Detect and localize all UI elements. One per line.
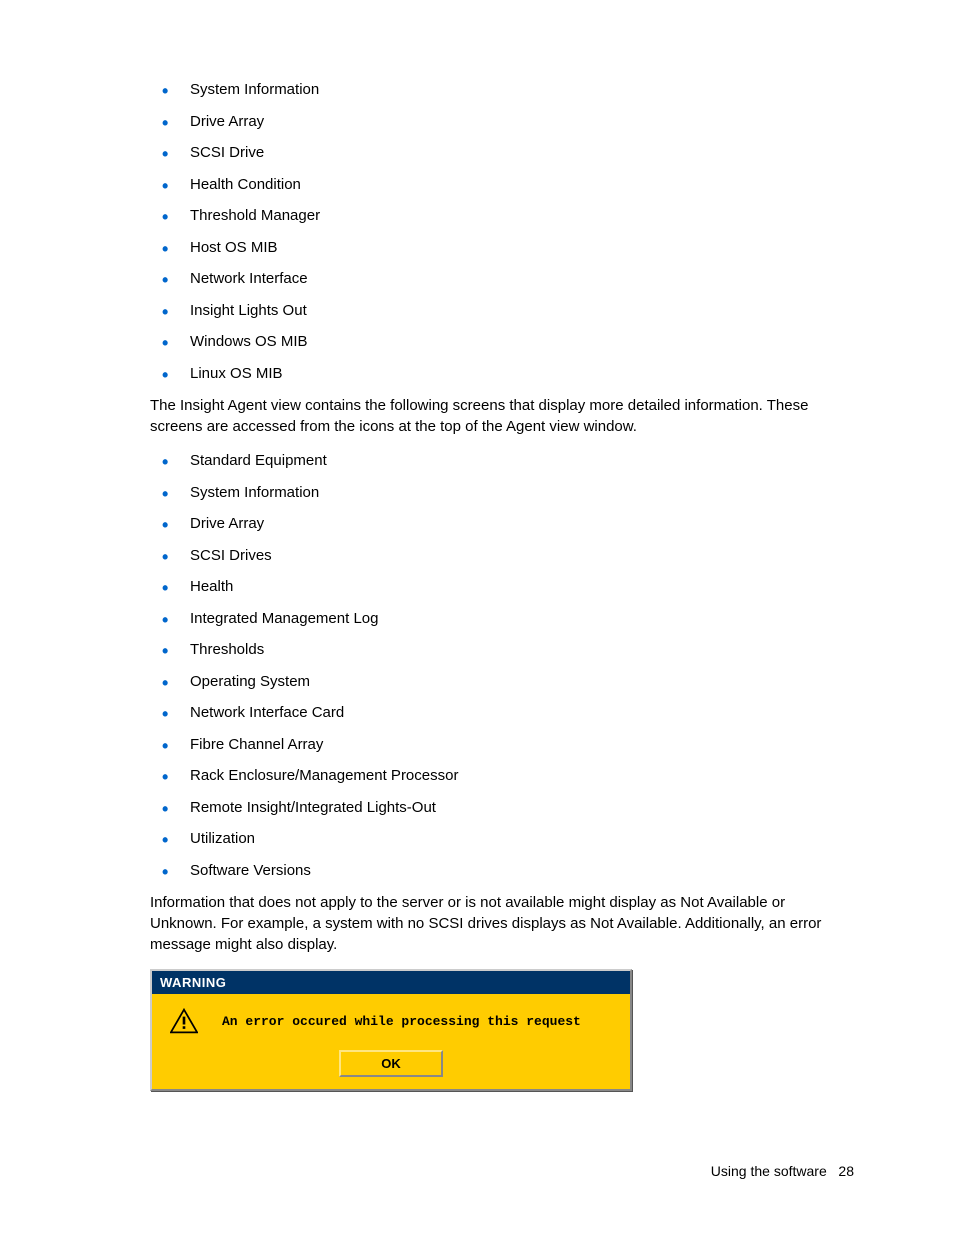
list-item-text: Network Interface Card — [190, 704, 344, 721]
list-item-text: Network Interface — [190, 270, 308, 287]
list-item: Health Condition — [150, 175, 854, 195]
list-item-text: System Information — [190, 81, 319, 98]
list-item: Operating System — [150, 672, 854, 692]
list-item: Drive Array — [150, 514, 854, 534]
list-item-text: Thresholds — [190, 641, 264, 658]
list-item: Drive Array — [150, 112, 854, 132]
bullet-list-1: System Information Drive Array SCSI Driv… — [150, 80, 854, 383]
list-item-text: Host OS MIB — [190, 239, 278, 256]
list-item-text: Insight Lights Out — [190, 302, 307, 319]
bullet-list-2: Standard Equipment System Information Dr… — [150, 451, 854, 880]
list-item-text: Standard Equipment — [190, 452, 327, 469]
paragraph-1: The Insight Agent view contains the foll… — [150, 395, 854, 437]
list-item: Fibre Channel Array — [150, 735, 854, 755]
list-item-text: Threshold Manager — [190, 207, 320, 224]
list-item: Insight Lights Out — [150, 301, 854, 321]
footer-section: Using the software — [711, 1163, 827, 1179]
list-item-text: Health — [190, 578, 233, 595]
list-item: Network Interface Card — [150, 703, 854, 723]
list-item: Utilization — [150, 829, 854, 849]
list-item: SCSI Drive — [150, 143, 854, 163]
list-item: Threshold Manager — [150, 206, 854, 226]
list-item: Integrated Management Log — [150, 609, 854, 629]
page-footer: Using the software 28 — [711, 1163, 854, 1179]
list-item-text: Drive Array — [190, 515, 264, 532]
list-item: System Information — [150, 483, 854, 503]
footer-page-number: 28 — [838, 1163, 854, 1179]
dialog-message: An error occured while processing this r… — [222, 1014, 581, 1029]
list-item: Rack Enclosure/Management Processor — [150, 766, 854, 786]
warning-icon — [170, 1008, 198, 1034]
list-item-text: Drive Array — [190, 113, 264, 130]
list-item-text: Software Versions — [190, 862, 311, 879]
dialog-body: An error occured while processing this r… — [152, 994, 630, 1044]
paragraph-2: Information that does not apply to the s… — [150, 892, 854, 955]
dialog-title: WARNING — [152, 971, 630, 994]
list-item-text: Windows OS MIB — [190, 333, 308, 350]
list-item-text: Integrated Management Log — [190, 610, 378, 627]
list-item-text: SCSI Drives — [190, 547, 272, 564]
list-item: Linux OS MIB — [150, 364, 854, 384]
list-item-text: SCSI Drive — [190, 144, 264, 161]
dialog-footer: OK — [152, 1044, 630, 1089]
list-item-text: Linux OS MIB — [190, 365, 283, 382]
list-item-text: System Information — [190, 484, 319, 501]
warning-dialog: WARNING An error occured while processin… — [150, 969, 632, 1091]
list-item-text: Fibre Channel Array — [190, 736, 323, 753]
list-item: System Information — [150, 80, 854, 100]
list-item-text: Utilization — [190, 830, 255, 847]
list-item: Health — [150, 577, 854, 597]
list-item: SCSI Drives — [150, 546, 854, 566]
list-item: Network Interface — [150, 269, 854, 289]
ok-button[interactable]: OK — [339, 1050, 443, 1077]
document-page: System Information Drive Array SCSI Driv… — [0, 0, 954, 1235]
list-item: Remote Insight/Integrated Lights-Out — [150, 798, 854, 818]
list-item: Host OS MIB — [150, 238, 854, 258]
list-item: Windows OS MIB — [150, 332, 854, 352]
list-item-text: Rack Enclosure/Management Processor — [190, 767, 458, 784]
list-item-text: Remote Insight/Integrated Lights-Out — [190, 799, 436, 816]
list-item: Software Versions — [150, 861, 854, 881]
list-item: Thresholds — [150, 640, 854, 660]
list-item: Standard Equipment — [150, 451, 854, 471]
list-item-text: Operating System — [190, 673, 310, 690]
list-item-text: Health Condition — [190, 176, 301, 193]
